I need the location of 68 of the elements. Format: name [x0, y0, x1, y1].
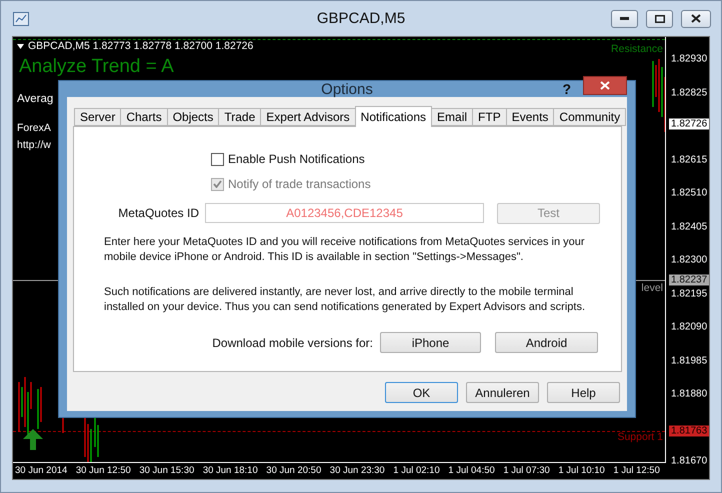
tab[interactable]: Server — [74, 108, 122, 126]
chart-text: ForexA — [17, 122, 51, 134]
price-label: 1.82195 — [670, 288, 708, 299]
tab[interactable]: Events — [506, 108, 554, 126]
time-label: 30 Jun 15:30 — [139, 465, 194, 478]
tab[interactable]: Objects — [166, 108, 220, 126]
indicator-title: Analyze Trend = A — [19, 56, 174, 78]
download-label: Download mobile versions for: — [212, 336, 373, 350]
time-label: 30 Jun 18:10 — [202, 465, 258, 478]
help-button[interactable]: ? — [562, 81, 571, 97]
time-label: 30 Jun 12:50 — [76, 465, 131, 478]
dialog-button[interactable]: Help — [547, 382, 620, 403]
level-label: Support 1 — [617, 431, 663, 443]
level-label: Resistance — [611, 43, 663, 55]
tab[interactable]: Expert Advisors — [260, 108, 356, 126]
time-label: 1 Jul 10:10 — [558, 465, 605, 478]
price-label: 1.82726 — [669, 118, 710, 130]
price-label: 1.82510 — [670, 188, 708, 198]
close-button[interactable] — [583, 76, 627, 94]
level-label: level — [641, 282, 663, 294]
download-button[interactable]: Android — [495, 332, 598, 353]
tab[interactable]: Trade — [218, 108, 262, 126]
info-text: Enter here your MetaQuotes ID and you will receive notifications from MetaQuotes services in your mobile device iPhone or Android. This ID is available in section "Settings->Messages". — [104, 235, 586, 265]
checkbox-label: Enable Push Notifications — [228, 152, 365, 166]
time-label: 1 Jul 04:50 — [448, 465, 495, 478]
chart-window-icon — [13, 12, 29, 26]
time-label: 30 Jun 2014 — [15, 465, 68, 478]
time-label: 1 Jul 02:10 — [393, 465, 440, 478]
checkbox-label: Notify of trade transactions — [228, 177, 371, 191]
window-title: GBPCAD,M5 — [316, 10, 406, 27]
price-label: 1.81670 — [670, 456, 708, 466]
price-label: 1.82405 — [670, 221, 708, 232]
chart-text: http://w — [17, 139, 51, 151]
time-label: 30 Jun 23:30 — [330, 465, 385, 478]
dialog-title: Options — [321, 80, 373, 98]
price-label: 1.82300 — [670, 254, 708, 266]
dialog-button[interactable]: OK — [385, 382, 458, 403]
price-label: 1.81985 — [670, 355, 708, 366]
field-label: MetaQuotes ID — [117, 206, 200, 220]
tab[interactable]: Email — [431, 108, 474, 126]
time-label: 1 Jul 07:30 — [503, 465, 550, 478]
time-label: 30 Jun 20:50 — [266, 465, 322, 478]
download-button[interactable]: iPhone — [380, 332, 481, 353]
close-button[interactable] — [681, 10, 711, 28]
close-icon — [600, 80, 610, 90]
tab[interactable]: Notifications — [354, 106, 432, 127]
price-label: 1.82615 — [670, 154, 708, 165]
maximize-button[interactable] — [646, 10, 673, 28]
price-label: 1.82090 — [670, 322, 708, 332]
checkbox[interactable] — [211, 152, 224, 166]
maximize-icon — [654, 14, 664, 22]
price-label: 1.82237 — [669, 274, 710, 286]
dropdown-triangle-icon[interactable] — [17, 44, 24, 48]
chart-text: Averag — [17, 93, 54, 105]
minimize-button[interactable] — [611, 10, 638, 28]
price-label: 1.82930 — [670, 54, 708, 64]
dialog-button[interactable]: Annuleren — [466, 382, 539, 403]
tab[interactable]: Community — [553, 108, 626, 126]
price-label: 1.82825 — [670, 87, 708, 98]
minimize-icon — [620, 17, 629, 20]
price-label: 1.81880 — [670, 388, 708, 400]
price-label: 1.81763 — [669, 426, 710, 437]
info-text: Such notifications are delivered instantly, are never lost, and arrive directly to the mobile terminal installed on your device. Thus you can send notifications generated by Expert Advisors and scripts. — [104, 285, 586, 315]
tab[interactable]: FTP — [472, 108, 507, 126]
tab[interactable]: Charts — [120, 108, 168, 126]
chart-header: GBPCAD,M5 1.82773 1.82778 1.82700 1.82726 — [28, 40, 254, 52]
close-icon — [691, 14, 701, 23]
time-label: 1 Jul 12:50 — [613, 465, 660, 478]
